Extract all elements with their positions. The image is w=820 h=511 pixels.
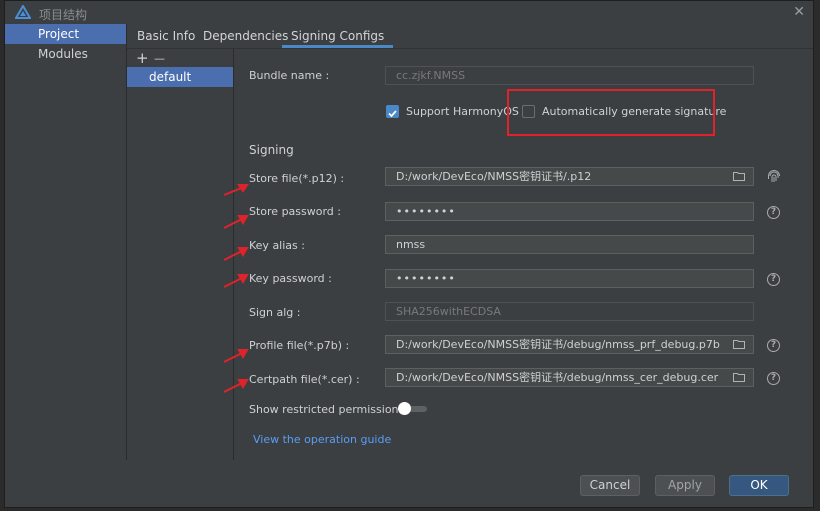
restricted-permissions-label: Show restricted permissions [249, 403, 405, 416]
ok-button[interactable]: OK [729, 475, 789, 496]
dialog-title: 项目结构 [39, 8, 88, 22]
toggle-knob [398, 402, 411, 415]
store-password-field[interactable]: •••••••• [385, 202, 754, 221]
title-bar: 项目结构 ✕ [5, 1, 813, 24]
store-file-value: D:/work/DevEco/NMSS密钥证书/.p12 [396, 170, 592, 183]
key-alias-field[interactable]: nmss [385, 235, 754, 254]
profile-file-value: D:/work/DevEco/NMSS密钥证书/debug/nmss_prf_d… [396, 338, 720, 351]
profile-file-field[interactable]: D:/work/DevEco/NMSS密钥证书/debug/nmss_prf_d… [385, 335, 754, 354]
store-file-field[interactable]: D:/work/DevEco/NMSS密钥证书/.p12 [385, 167, 754, 186]
remove-config-button[interactable]: — [154, 52, 165, 66]
support-harmonyos-checkbox[interactable] [386, 105, 399, 118]
certpath-file-value: D:/work/DevEco/NMSS密钥证书/debug/nmss_cer_d… [396, 371, 719, 384]
sign-alg-field: SHA256withECDSA [385, 302, 754, 321]
tab-basic-info[interactable]: Basic Info [128, 24, 204, 48]
certpath-file-help-icon[interactable]: ? [767, 372, 780, 385]
deveco-logo-icon [15, 5, 31, 19]
annotation-arrowhead [237, 215, 249, 226]
annotation-arrows [223, 184, 249, 393]
annotation-arrowhead [237, 274, 249, 285]
key-password-help-icon[interactable]: ? [767, 273, 780, 286]
config-item-default[interactable]: default [127, 67, 233, 87]
bundle-name-field: cc.zjkf.NMSS [385, 66, 754, 85]
store-password-label: Store password : [249, 205, 341, 218]
add-config-button[interactable]: + [136, 51, 149, 66]
close-icon[interactable]: ✕ [793, 4, 805, 20]
operation-guide-link[interactable]: View the operation guide [253, 433, 391, 446]
store-file-label: Store file(*.p12) : [249, 172, 345, 185]
annotation-arrowhead [237, 184, 249, 193]
cancel-button[interactable]: Cancel [580, 475, 640, 496]
config-list: + — default [127, 49, 234, 460]
apply-button[interactable]: Apply [655, 475, 715, 496]
bundle-name-label: Bundle name : [249, 69, 330, 82]
folder-icon[interactable] [733, 372, 745, 382]
support-harmonyos-label: Support HarmonyOS [406, 105, 519, 118]
nav-item-project[interactable]: Project [5, 24, 126, 44]
background-ide-right [814, 0, 820, 511]
signing-section-title: Signing [249, 143, 294, 157]
fingerprint-icon[interactable] [767, 170, 781, 184]
profile-file-label: Profile file(*.p7b) : [249, 339, 350, 352]
tab-bar: Basic Info Dependencies Signing Configs [127, 24, 813, 49]
project-structure-dialog: 项目结构 ✕ Project Modules Basic Info Depend… [4, 0, 814, 508]
folder-icon[interactable] [733, 339, 745, 349]
annotation-arrowhead [237, 247, 249, 258]
profile-file-help-icon[interactable]: ? [767, 339, 780, 352]
key-password-field[interactable]: •••••••• [385, 269, 754, 288]
nav-item-modules[interactable]: Modules [5, 44, 126, 64]
certpath-file-field[interactable]: D:/work/DevEco/NMSS密钥证书/debug/nmss_cer_d… [385, 368, 754, 387]
annotation-arrowhead [237, 349, 249, 360]
tab-signing-configs[interactable]: Signing Configs [282, 24, 394, 48]
restricted-permissions-toggle[interactable] [398, 402, 427, 415]
key-password-label: Key password : [249, 272, 332, 285]
store-password-help-icon[interactable]: ? [767, 206, 780, 219]
folder-icon[interactable] [733, 171, 745, 181]
annotation-highlight-box [507, 89, 715, 136]
checkmark-icon [388, 110, 397, 118]
left-nav: Project Modules [5, 24, 127, 460]
annotation-arrowhead [237, 379, 249, 390]
certpath-file-label: Certpath file(*.cer) : [249, 373, 360, 386]
